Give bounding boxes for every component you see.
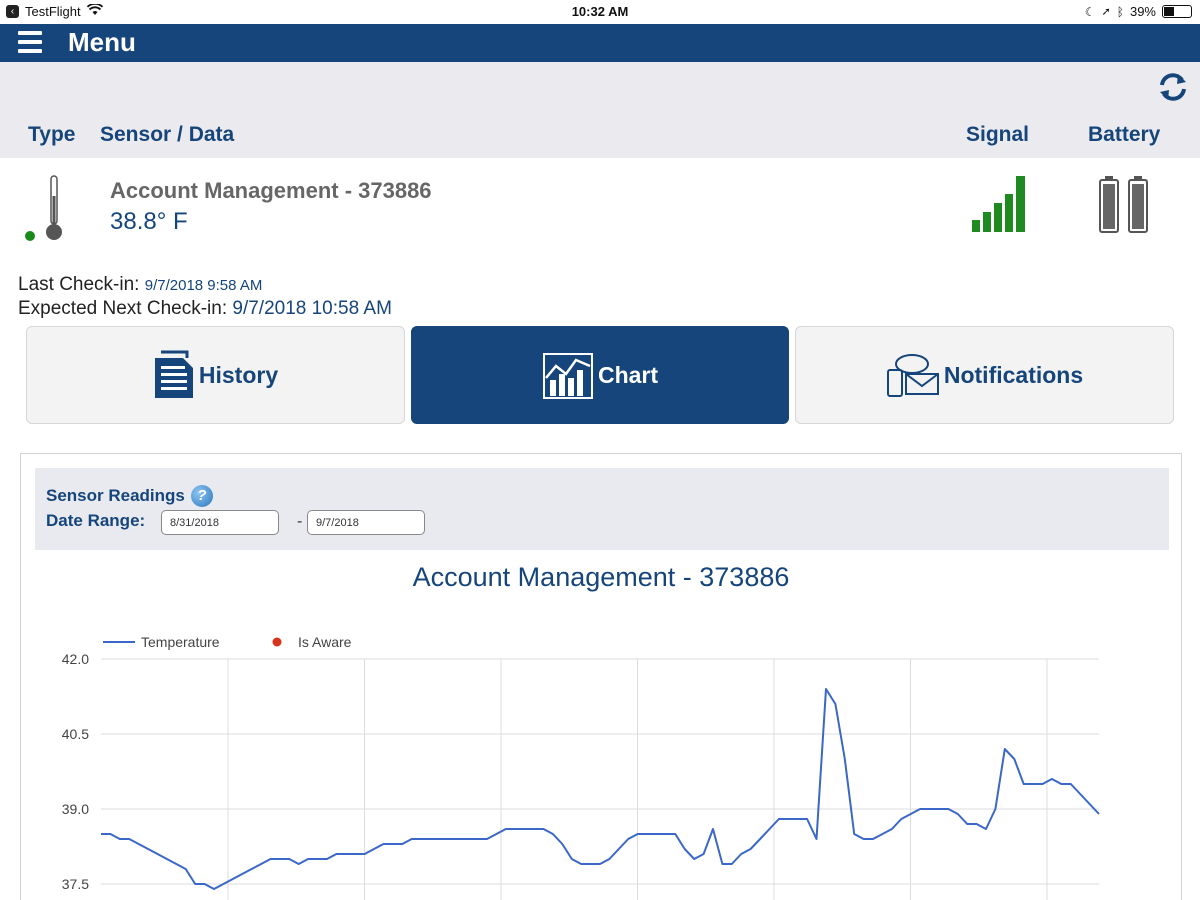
location-icon: ➚: [1101, 6, 1111, 18]
sensor-name: Account Management - 373886: [110, 178, 432, 203]
header-signal: Signal: [966, 123, 1030, 146]
legend-temperature-label: Temperature: [141, 634, 220, 650]
y-tick-label: 37.5: [62, 876, 89, 892]
tab-history[interactable]: History: [26, 326, 405, 424]
status-dot: [25, 231, 35, 241]
temperature-series-line: [101, 688, 1100, 890]
chart-icon: [542, 353, 593, 399]
tab-history-label: History: [198, 361, 279, 388]
status-time: 10:32 AM: [571, 4, 629, 19]
tab-notifications[interactable]: Notifications: [795, 326, 1174, 424]
refresh-icon[interactable]: [1156, 70, 1190, 104]
next-checkin-value: 9/7/2018 10:58 AM: [232, 298, 392, 319]
date-from-input[interactable]: [161, 510, 279, 535]
battery-icon: [1099, 176, 1148, 233]
header-sensor-data: Sensor / Data: [100, 123, 235, 146]
sensor-table-header: Type Sensor / Data Signal Battery: [0, 112, 1200, 158]
last-checkin: Last Check-in: 9/7/2018 9:58 AM: [18, 274, 262, 296]
header-type: Type: [28, 123, 76, 146]
temperature-chart: 42.0 40.5 39.0 37.5 Temperature Is Aware: [62, 634, 1100, 900]
document-icon: [154, 350, 193, 398]
signal-strength-icon: [972, 176, 1025, 232]
tab-chart-label: Chart: [597, 361, 659, 388]
moon-icon: ☾: [1084, 4, 1096, 19]
legend-is-aware-label: Is Aware: [298, 634, 352, 650]
chart-title: Account Management - 373886: [412, 562, 790, 592]
y-tick-label: 42.0: [62, 651, 89, 667]
next-checkin-label: Expected Next Check-in:: [18, 298, 228, 319]
bluetooth-icon: ᛒ: [1116, 4, 1124, 19]
y-tick-label: 40.5: [62, 726, 89, 742]
date-range-label: Date Range:: [46, 511, 146, 530]
thermometer-icon: [25, 175, 62, 241]
sensor-row[interactable]: Account Management - 373886 38.8° F: [0, 158, 1200, 258]
toolbar: [0, 62, 1200, 112]
date-range-separator: -: [297, 513, 303, 530]
chart-panel: Sensor Readings ? Date Range: - Account …: [20, 453, 1182, 900]
readings-filter: Sensor Readings ? Date Range: -: [35, 468, 1169, 550]
nav-title[interactable]: Menu: [68, 27, 136, 58]
y-tick-label: 39.0: [62, 801, 89, 817]
legend-is-aware-swatch: [272, 637, 282, 647]
header-battery: Battery: [1088, 123, 1161, 146]
sensor-value: 38.8° F: [110, 208, 188, 235]
next-checkin: Expected Next Check-in: 9/7/2018 10:58 A…: [18, 298, 392, 320]
sensor-readings-label: Sensor Readings: [46, 486, 185, 505]
sensor-readings-heading: Sensor Readings ?: [46, 485, 213, 507]
menu-icon[interactable]: [18, 31, 42, 53]
notifications-icon: [886, 354, 939, 397]
nav-bar: Menu: [0, 24, 1200, 62]
date-to-input[interactable]: [307, 510, 425, 535]
last-checkin-label: Last Check-in:: [18, 274, 140, 295]
battery-percent: 39%: [1129, 4, 1156, 19]
help-icon[interactable]: ?: [190, 485, 213, 507]
last-checkin-value: 9/7/2018 9:58 AM: [144, 277, 263, 294]
tab-notifications-label: Notifications: [943, 361, 1084, 388]
status-bar: ‹ TestFlight 10:32 AM ☾ ➚ ᛒ 39%: [0, 0, 1200, 24]
tab-chart[interactable]: Chart: [411, 326, 789, 424]
battery-status-icon: [1162, 5, 1192, 18]
